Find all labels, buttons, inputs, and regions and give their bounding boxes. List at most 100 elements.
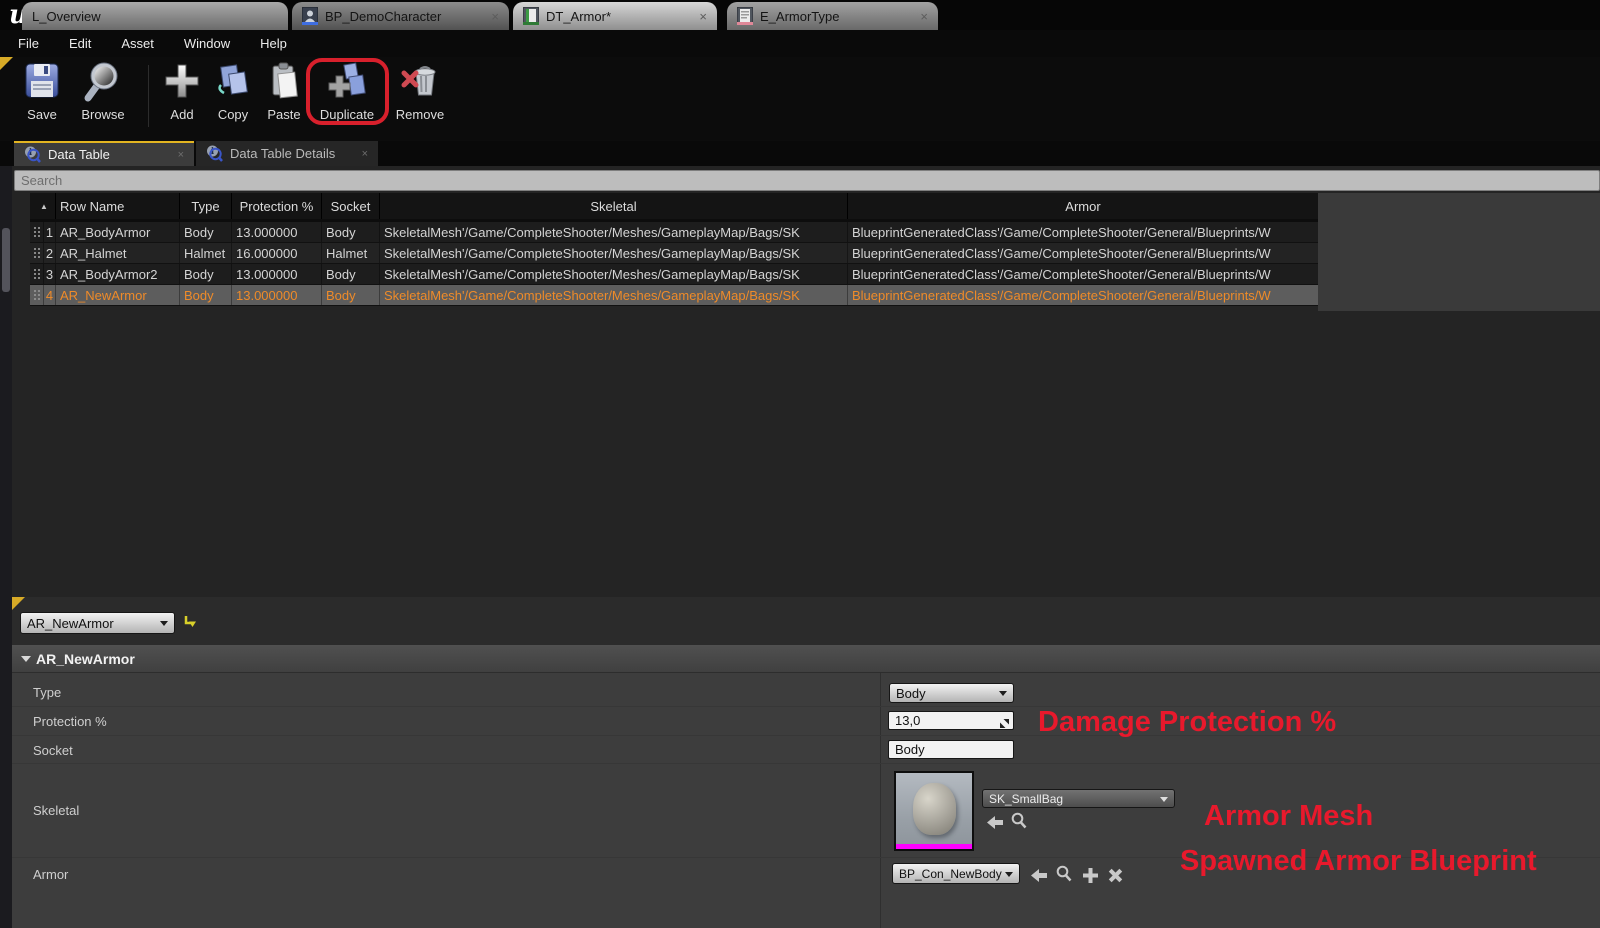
protection-input[interactable]: 13,0 xyxy=(888,711,1014,730)
menu-window[interactable]: Window xyxy=(184,36,230,51)
toolbar: Save Browse Add Copy Paste Duplicate Rem… xyxy=(0,57,1600,141)
field-separator xyxy=(12,763,1600,764)
add-element-button[interactable] xyxy=(1081,866,1099,884)
tab-data-table[interactable]: i Data Table × xyxy=(14,141,194,166)
save-button[interactable]: Save xyxy=(16,61,68,137)
table-row[interactable]: 1 AR_BodyArmor Body 13.000000 Body Skele… xyxy=(30,222,1318,243)
row-selector-value: AR_NewArmor xyxy=(27,615,114,631)
close-icon[interactable]: × xyxy=(920,10,928,23)
duplicate-highlight-annotation xyxy=(306,58,389,125)
menu-help[interactable]: Help xyxy=(260,36,287,51)
magnifier-icon xyxy=(72,61,134,105)
drag-dots-icon xyxy=(33,288,40,302)
details-section-header[interactable]: AR_NewArmor xyxy=(12,645,1600,673)
details-column-splitter[interactable] xyxy=(880,673,881,928)
tab-e-armortype[interactable]: E_ArmorType × xyxy=(727,2,938,30)
menu-asset[interactable]: Asset xyxy=(121,36,154,51)
tab-bp-democharacter[interactable]: BP_DemoCharacter × xyxy=(292,2,509,30)
skeletal-mesh-dropdown[interactable]: SK_SmallBag xyxy=(982,789,1175,808)
menu-edit[interactable]: Edit xyxy=(69,36,91,51)
socket-input[interactable]: Body xyxy=(888,740,1014,759)
search-input[interactable] xyxy=(14,170,1600,191)
tab-label: DT_Armor* xyxy=(546,8,612,24)
back-arrow-icon xyxy=(987,815,1003,829)
trash-icon xyxy=(392,61,448,105)
armor-blueprint-value: BP_Con_NewBody xyxy=(899,866,1002,881)
type-dropdown[interactable]: Body xyxy=(889,683,1014,703)
close-icon[interactable]: × xyxy=(491,10,499,23)
cell-socket: Halmet xyxy=(322,243,380,263)
remove-button[interactable]: Remove xyxy=(392,61,448,137)
use-selected-asset-button[interactable] xyxy=(1030,866,1048,884)
row-drag-handle[interactable] xyxy=(30,264,44,284)
row-number: 3 xyxy=(44,264,56,284)
column-header-skeletal[interactable]: Skeletal xyxy=(380,193,848,219)
tab-label: L_Overview xyxy=(32,8,101,24)
clear-reference-button[interactable] xyxy=(1106,866,1124,884)
cell-protection: 16.000000 xyxy=(232,243,322,263)
row-drag-handle[interactable] xyxy=(30,222,44,242)
panel-focus-corner xyxy=(12,597,25,610)
panel-tab-strip: i Data Table × i Data Table Details × xyxy=(0,141,1600,166)
column-header-type[interactable]: Type xyxy=(180,193,232,219)
search-bar xyxy=(14,170,1600,191)
row-selector-dropdown[interactable]: AR_NewArmor xyxy=(20,612,175,634)
browse-to-asset-button[interactable] xyxy=(1055,864,1073,882)
row-drag-handle[interactable] xyxy=(30,243,44,263)
menu-file[interactable]: File xyxy=(18,36,39,51)
cell-socket: Body xyxy=(322,285,380,305)
datatable-asset-icon xyxy=(523,7,539,25)
table-row[interactable]: 3 AR_BodyArmor2 Body 13.000000 Body Skel… xyxy=(30,264,1318,285)
sort-column-header[interactable]: ▲ xyxy=(30,193,56,219)
tab-data-table-details[interactable]: i Data Table Details × xyxy=(196,141,378,166)
copy-button[interactable]: Copy xyxy=(208,61,258,137)
chevron-down-icon xyxy=(160,621,168,626)
cell-skeletal: SkeletalMesh'/Game/CompleteShooter/Meshe… xyxy=(380,264,848,284)
table-right-filler xyxy=(1318,193,1600,311)
field-label-armor: Armor xyxy=(33,867,69,882)
table-row[interactable]: 2 AR_Halmet Halmet 16.000000 Halmet Skel… xyxy=(30,243,1318,264)
data-table-grid: ▲ Row Name Type Protection % Socket Skel… xyxy=(30,193,1318,306)
cell-row-name: AR_Halmet xyxy=(56,243,180,263)
use-selected-asset-button[interactable] xyxy=(986,813,1004,831)
skeletal-mesh-value: SK_SmallBag xyxy=(989,791,1064,806)
reset-to-default-button[interactable] xyxy=(181,612,201,632)
clipboard-icon xyxy=(258,61,310,105)
close-icon[interactable]: × xyxy=(699,10,707,23)
table-row-selected[interactable]: 4 AR_NewArmor Body 13.000000 Body Skelet… xyxy=(30,285,1318,306)
add-button[interactable]: Add xyxy=(158,61,206,137)
cell-protection: 13.000000 xyxy=(232,285,322,305)
close-icon[interactable]: × xyxy=(178,149,184,161)
left-window-strip xyxy=(0,166,12,928)
row-drag-handle[interactable] xyxy=(30,285,44,305)
vertical-scrollbar-thumb[interactable] xyxy=(2,228,10,292)
info-magnifier-icon: i xyxy=(25,146,41,163)
plus-icon xyxy=(1082,867,1098,883)
column-header-armor[interactable]: Armor xyxy=(848,193,1318,219)
cell-type: Body xyxy=(180,285,232,305)
row-number: 1 xyxy=(44,222,56,242)
tab-l-overview[interactable]: L_Overview xyxy=(22,2,288,30)
cross-icon xyxy=(1108,868,1122,882)
field-separator xyxy=(12,735,1600,736)
column-header-row-name[interactable]: Row Name xyxy=(56,193,180,219)
close-icon[interactable]: × xyxy=(362,148,368,160)
cell-protection: 13.000000 xyxy=(232,264,322,284)
cell-type: Halmet xyxy=(180,243,232,263)
panel-focus-corner xyxy=(0,57,13,70)
browse-button[interactable]: Browse xyxy=(72,61,134,137)
tab-dt-armor[interactable]: DT_Armor* × xyxy=(513,2,717,30)
paste-button[interactable]: Paste xyxy=(258,61,310,137)
skeletal-mesh-thumbnail[interactable] xyxy=(894,771,974,851)
drag-dots-icon xyxy=(33,225,40,239)
armor-blueprint-dropdown[interactable]: BP_Con_NewBody xyxy=(892,863,1020,884)
column-header-protection[interactable]: Protection % xyxy=(232,193,322,219)
cell-armor: BlueprintGeneratedClass'/Game/CompleteSh… xyxy=(852,224,1271,240)
field-label-skeletal: Skeletal xyxy=(33,803,80,818)
field-separator xyxy=(12,706,1600,707)
column-header-socket[interactable]: Socket xyxy=(322,193,380,219)
drag-resize-icon xyxy=(1000,716,1009,731)
cell-row-name: AR_NewArmor xyxy=(56,285,180,305)
browse-to-asset-button[interactable] xyxy=(1010,811,1028,829)
field-label-type: Type xyxy=(33,685,62,700)
